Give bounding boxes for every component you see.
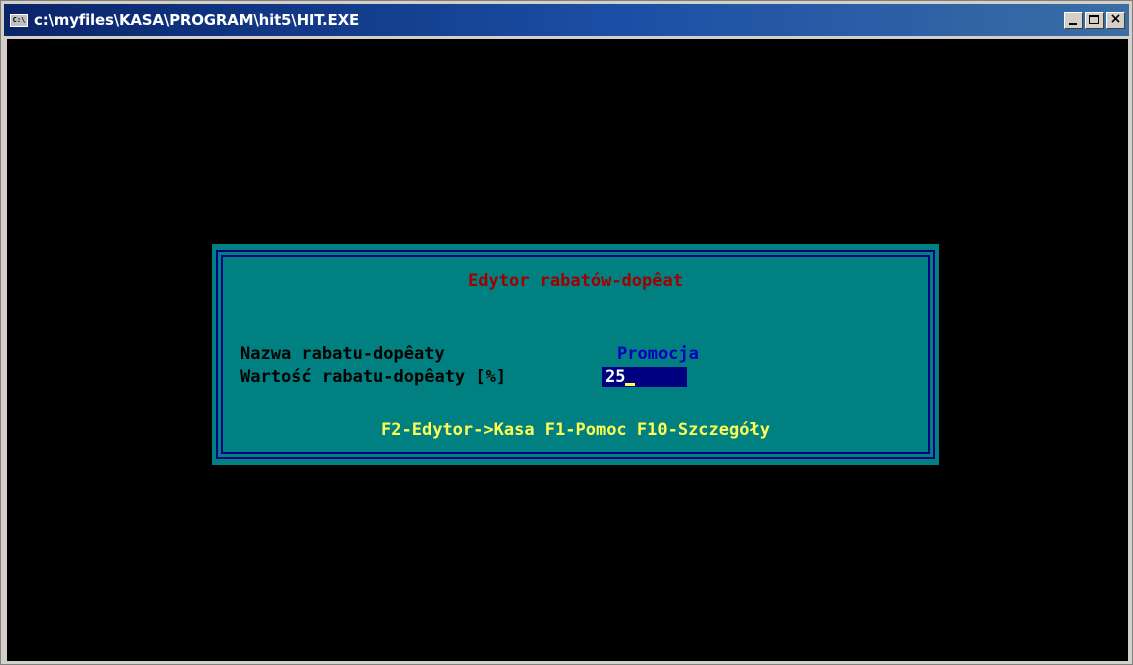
maximize-icon <box>1089 15 1099 24</box>
minimize-button[interactable] <box>1064 12 1083 29</box>
close-icon: × <box>1109 11 1122 27</box>
discount-value-label: Wartość rabatu-dopêaty [%] <box>240 367 507 387</box>
maximize-button[interactable] <box>1085 12 1104 29</box>
console-area[interactable]: Edytor rabatów-dopêat Nazwa rabatu-dopêa… <box>7 39 1128 661</box>
window-controls: × <box>1064 11 1125 29</box>
discount-editor-dialog: Edytor rabatów-dopêat Nazwa rabatu-dopêa… <box>212 244 939 465</box>
text-cursor <box>625 383 636 386</box>
discount-value-input[interactable]: 25 <box>602 367 687 387</box>
discount-name-label: Nazwa rabatu-dopêaty <box>240 344 445 364</box>
discount-name-value: Promocja <box>617 344 699 364</box>
window-title: c:\myfiles\KASA\PROGRAM\hit5\HIT.EXE <box>34 11 360 29</box>
console-icon[interactable]: C:\ <box>10 13 28 27</box>
title-bar[interactable]: C:\ c:\myfiles\KASA\PROGRAM\hit5\HIT.EXE… <box>4 4 1129 36</box>
hotkeys-bar: F2-Edytor->Kasa F1-Pomoc F10-Szczegóły <box>381 420 770 440</box>
dialog-title: Edytor rabatów-dopêat <box>468 271 683 291</box>
close-button[interactable]: × <box>1106 11 1125 29</box>
minimize-icon <box>1069 23 1077 25</box>
console-window: C:\ c:\myfiles\KASA\PROGRAM\hit5\HIT.EXE… <box>0 0 1133 665</box>
discount-value-text: 25 <box>605 367 626 387</box>
